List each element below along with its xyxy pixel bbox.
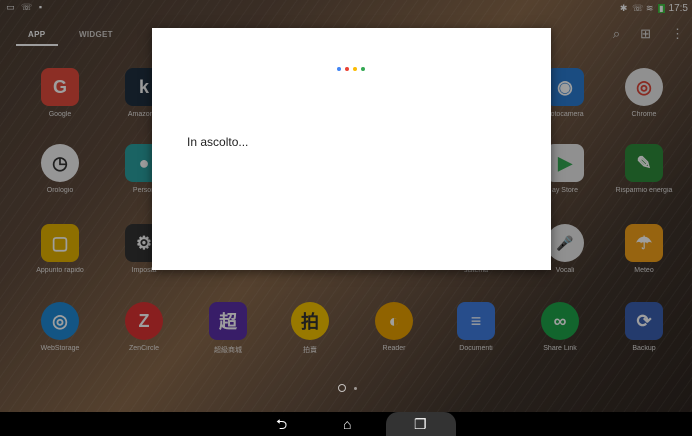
page-dot[interactable] (354, 386, 357, 390)
back-icon[interactable]: ⮌ (276, 416, 287, 432)
recent-apps-icon[interactable]: ❐ (414, 416, 427, 432)
listening-text: In ascolto... (187, 135, 249, 149)
listening-dot (353, 67, 357, 71)
listening-dot (345, 67, 349, 71)
listening-dot (337, 67, 341, 71)
listening-dot (361, 67, 365, 71)
page-indicator (338, 384, 357, 392)
listening-dots (337, 67, 365, 71)
home-icon[interactable]: ⌂ (343, 416, 351, 432)
home-page-icon[interactable] (338, 384, 346, 392)
navigation-bar: ⮌ ⌂ ❐ (0, 412, 692, 436)
voice-search-dialog: In ascolto... (152, 28, 551, 270)
